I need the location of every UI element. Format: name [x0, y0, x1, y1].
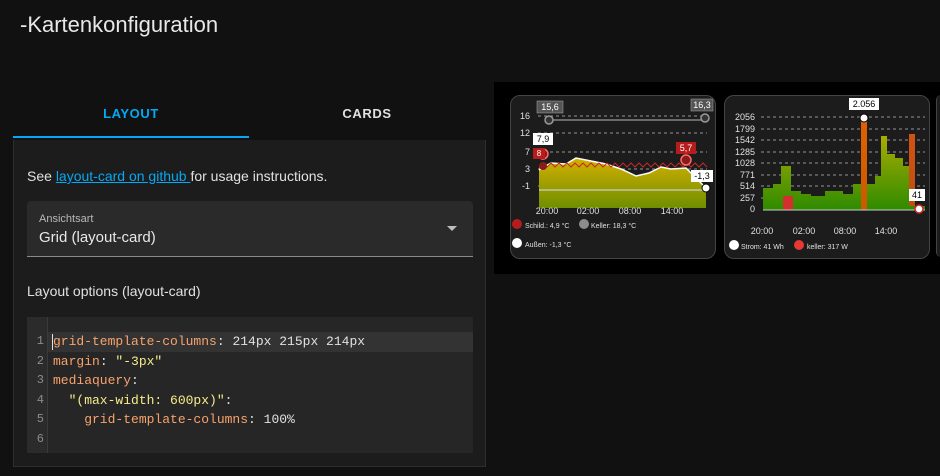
yaml-separator: : [224, 392, 233, 408]
code-line: margin: "-3px" [53, 354, 162, 369]
code-line: "(max-width: 600px)": [53, 392, 233, 408]
temp-x-tick: 08:00 [619, 206, 642, 216]
temperature-chart: 15,6 16,3 7,9 8 5,7 -1,3 16 12 7 3 -1 20… [512, 98, 714, 249]
temp-left2-callout: 8 [537, 149, 542, 158]
temp-mid-callout: 5,7 [680, 143, 693, 153]
tab-layout[interactable]: LAYOUT [13, 92, 249, 138]
power-x-tick: 20:00 [751, 226, 774, 236]
temp-max-right-callout: 16,3 [693, 100, 711, 110]
code-line: grid-template-columns: 100% [53, 412, 295, 427]
line-number: 3 [36, 373, 44, 388]
temp-x-tick: 02:00 [577, 206, 600, 216]
next-card-edge [936, 95, 940, 257]
yaml-key: grid-template-columns [53, 334, 217, 349]
power-x-tick: 02:00 [793, 226, 816, 236]
line-number: 6 [36, 432, 44, 446]
view-type-label: Ansichtsart [39, 213, 94, 225]
power-y-tick: 1542 [735, 135, 755, 145]
power-legend-strom: Strom: 41 Wh [741, 244, 784, 251]
yaml-separator: : [248, 412, 264, 428]
usage-instructions: See layout-card on github for usage inst… [27, 168, 327, 184]
yaml-code-editor[interactable]: 1 grid-template-columns: 214px 215px 214p… [27, 317, 473, 453]
temp-y-tick: 3 [525, 164, 530, 174]
yaml-key: grid-template-columns [53, 412, 249, 428]
temp-legend-aussen: Außen: -1,3 °C [525, 241, 571, 249]
power-max-callout: 2.056 [853, 99, 876, 109]
layout-editor-panel: See layout-card on github for usage inst… [13, 140, 486, 467]
legend-dot-icon [579, 219, 589, 229]
legend-dot-icon [512, 238, 522, 248]
power-y-tick: 1799 [735, 124, 755, 134]
yaml-separator: : [216, 334, 233, 349]
power-end-callout: 41 [912, 190, 922, 200]
yaml-value: 214px 215px 214px [232, 334, 366, 349]
temp-x-tick: 20:00 [536, 206, 559, 216]
power-x-tick: 14:00 [875, 226, 898, 236]
line-number: 4 [36, 392, 44, 407]
temp-left-callout: 7,9 [537, 134, 550, 144]
dropdown-arrow-icon [447, 226, 457, 231]
layout-options-label: Layout options (layout-card) [27, 283, 201, 299]
view-type-value: Grid (layout-card) [39, 229, 156, 246]
temp-max-callout: 15,6 [541, 102, 559, 112]
yaml-separator: : [131, 373, 139, 389]
temp-legend-keller: Keller: 18,3 °C [591, 222, 636, 230]
power-y-tick: 771 [740, 170, 755, 180]
view-type-select[interactable]: Ansichtsart Grid (layout-card) [27, 201, 473, 257]
power-legend-keller: keller: 317 W [807, 244, 848, 251]
yaml-key: margin [53, 353, 100, 369]
legend-dot-icon [512, 219, 522, 229]
yaml-key: "(max-width: 600px)" [53, 392, 225, 408]
power-x-tick: 08:00 [834, 226, 857, 236]
yaml-key: mediaquery [53, 373, 132, 389]
usage-suffix: for usage instructions. [190, 168, 328, 184]
power-y-tick: 1028 [735, 158, 755, 168]
power-y-tick: 1285 [735, 147, 755, 157]
temp-legend-schild: Schild.: 4,9 °C [525, 222, 569, 230]
code-line: mediaquery: [53, 373, 139, 388]
page-title: -Kartenkonfiguration [20, 12, 219, 37]
yaml-value: 100% [263, 412, 295, 428]
power-y-tick: 2056 [735, 112, 755, 122]
line-number: 1 [36, 334, 44, 348]
layout-card-github-link[interactable]: layout-card on github [56, 168, 191, 184]
line-number: 5 [36, 412, 44, 427]
yaml-value: "-3px" [115, 353, 163, 369]
temp-y-tick: 16 [520, 111, 530, 121]
usage-prefix: See [27, 168, 56, 184]
line-number: 2 [36, 353, 44, 368]
code-line: grid-template-columns: 214px 215px 214px [53, 334, 365, 349]
temp-x-tick: 14:00 [661, 206, 684, 216]
power-y-tick: 0 [750, 204, 755, 214]
power-y-tick: 514 [740, 181, 755, 191]
tab-bar: LAYOUT CARDS [13, 92, 484, 138]
power-y-tick: 257 [740, 193, 755, 203]
card-preview: 15,6 16,3 7,9 8 5,7 -1,3 16 12 7 3 -1 20… [494, 82, 940, 274]
temp-y-tick: 12 [520, 128, 530, 138]
legend-dot-icon [729, 240, 739, 250]
temp-y-tick: -1 [522, 181, 530, 191]
power-chart: 2.056 41 2056 1799 1542 1285 1028 771 51… [729, 98, 925, 251]
yaml-separator: : [99, 353, 116, 369]
tab-cards[interactable]: CARDS [249, 92, 485, 136]
temperature-graph-card[interactable]: 15,6 16,3 7,9 8 5,7 -1,3 16 12 7 3 -1 20… [510, 95, 716, 259]
temp-end-callout: -1,3 [694, 171, 710, 181]
temp-y-tick: 7 [525, 147, 530, 157]
legend-dot-icon [794, 240, 804, 250]
power-graph-card[interactable]: 2.056 41 2056 1799 1542 1285 1028 771 51… [724, 95, 930, 259]
